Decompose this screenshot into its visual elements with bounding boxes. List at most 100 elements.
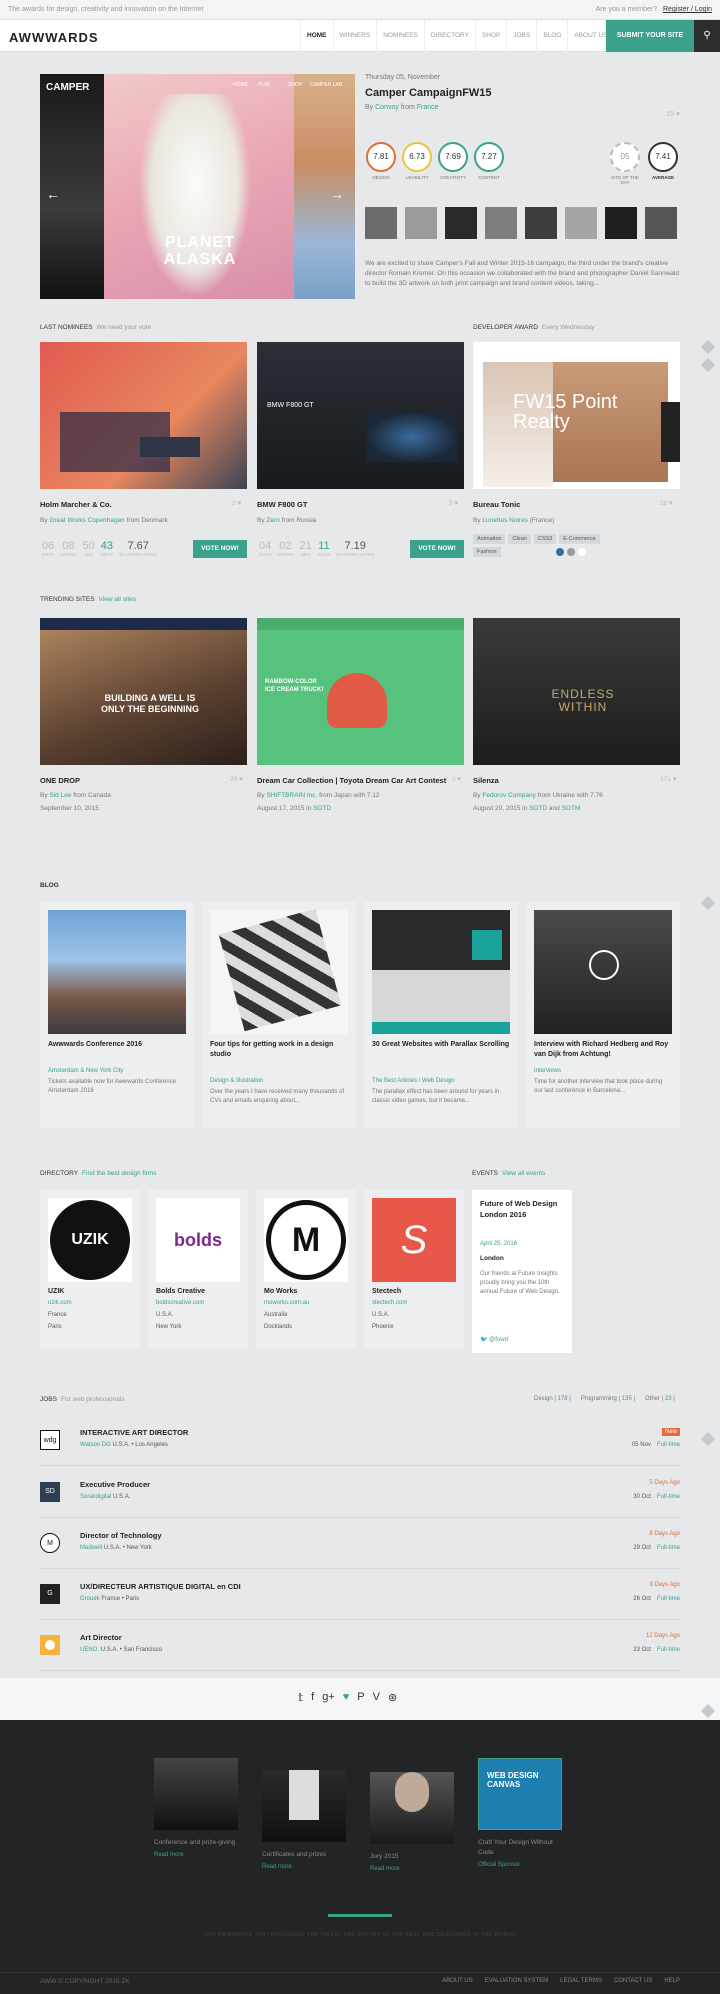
event-card[interactable]: Future of Web Design London 2016 April 2… [472,1190,572,1353]
blog-card[interactable]: Interview with Richard Hedberg and Roy v… [526,902,680,1128]
tag[interactable]: CSS3 [533,534,557,544]
rss-icon[interactable]: ⊛ [388,1691,397,1704]
googleplus-icon[interactable]: g+ [322,1691,335,1704]
blog-card[interactable]: 30 Great Websites with Parallax Scrollin… [364,902,518,1128]
developer-card-title[interactable]: Bureau Tonic [473,500,520,509]
trending-image-dreamcar[interactable]: RAMBOW-COLOR ICE CREAM TRUCK! [257,618,464,765]
countdown-timer: 04 DAYS 02 HOURS 21 MIN 11 SECS 7.19 48 USERS… [259,540,375,557]
hero-likes[interactable]: 19 ♥ [666,111,680,118]
developer-image[interactable]: FW15 Point Realty [473,342,680,489]
next-arrow-icon[interactable]: → [330,186,344,202]
nominee-title[interactable]: BMW F800 GT [257,500,307,509]
facebook-icon[interactable]: f [311,1691,314,1704]
logo[interactable]: AWWWARDS [9,30,99,45]
filter-programming[interactable]: Programming | 135 | [581,1396,635,1402]
tagline: The awards for design, creativity and in… [8,6,204,13]
vote-now-button[interactable]: VOTE NOW! [410,540,464,558]
developer-likes[interactable]: 28 ♥ [660,500,673,507]
play-icon [589,950,619,980]
avatar[interactable] [525,207,557,239]
footer-card[interactable]: Certificates and prizes Read more [256,1758,352,1870]
login-link[interactable]: Register / Login [663,6,712,13]
nav-winners[interactable]: WINNERS [332,20,377,52]
heart-icon[interactable]: ♥ [343,1691,350,1704]
blog-card[interactable]: Awwwards Conference 2016 Amsterdam & New… [40,902,194,1128]
avatar[interactable] [365,207,397,239]
prev-arrow-icon[interactable]: ← [46,186,60,202]
hero-image[interactable]: CAMPER HOME PLAY SHOP CAMPER LAB PLANET … [40,74,355,299]
avatar[interactable] [405,207,437,239]
hero-title[interactable]: Camper CampaignFW15 [365,87,680,99]
nominee-likes[interactable]: 3 ♥ [232,500,241,507]
footer-card[interactable]: Conference and prize-giving Read more [148,1758,244,1858]
nav-home[interactable]: HOME [300,20,333,52]
directory-title: DIRECTORY Find the best design firms [40,1170,157,1177]
nav-shop[interactable]: SHOP [474,20,506,52]
avatar[interactable] [445,207,477,239]
job-item[interactable]: Art Director UENO. U.S.A. • San Francisc… [40,1633,680,1671]
nav-jobs[interactable]: JOBS [506,20,536,52]
directory-card[interactable]: bolds Bolds Creative boldscreative.com U… [148,1190,248,1348]
hero-info: Thursday 05, November Camper CampaignFW1… [365,74,680,118]
tag[interactable]: Animation [473,534,506,544]
nominee-image-bmw[interactable]: BMW F800 GT [257,342,464,489]
footer-card[interactable]: WEB DESIGN CANVAS Craft Your Design With… [472,1758,568,1868]
vote-now-button[interactable]: VOTE NOW! [193,540,247,558]
tag[interactable]: Clean [508,534,531,544]
hero-country[interactable]: France [417,104,439,111]
twitter-handle[interactable]: 🐦 @fowd [480,1336,508,1343]
job-item[interactable]: M Director of Technology Madwell U.S.A. … [40,1531,680,1569]
trending-likes[interactable]: 171 ♥ [660,776,677,783]
footer-card[interactable]: Jury 2015 Read more [364,1758,460,1872]
directory-card[interactable]: S Stectech stectech.com U.S.A. Phoenix [364,1190,464,1348]
menu: HOME WINNERS NOMINEES DIRECTORY SHOP JOB… [300,20,614,52]
directory-card[interactable]: UZIK UZIK uzik.com France Paris [40,1190,140,1348]
avatar[interactable] [565,207,597,239]
trending-image-silenza[interactable]: ENDLESS WITHIN [473,618,680,765]
footer-link-about[interactable]: ABOUT US [442,1978,473,1984]
job-item[interactable]: G UX/DIRECTEUR ARTISTIQUE DIGITAL en CDI… [40,1582,680,1620]
trending-title-item[interactable]: Dream Car Collection | Toyota Dream Car … [257,776,452,785]
scroll-arrow-icon[interactable] [700,339,716,355]
filter-design[interactable]: Design | 178 | [534,1396,571,1402]
avatar[interactable] [485,207,517,239]
job-item[interactable]: SD Executive Producer Sorakdigital U.S.A… [40,1480,680,1518]
nav-blog[interactable]: BLOG [536,20,567,52]
avatar[interactable] [645,207,677,239]
scroll-arrow-icon[interactable] [700,357,716,373]
trending-title-item[interactable]: ONE DROP [40,776,80,785]
scroll-arrow-icon[interactable] [700,895,716,911]
search-icon[interactable]: ⚲ [694,20,720,52]
top-bar: The awards for design, creativity and in… [0,0,720,20]
footer-link-legal[interactable]: LEGAL TERMS [560,1978,602,1984]
footer-link-contact[interactable]: CONTACT US [614,1978,652,1984]
hero-author[interactable]: Convoy [375,104,399,111]
nav-directory[interactable]: DIRECTORY [423,20,475,52]
copyright: AWW © COPYRIGHT 2015 ZK [40,1978,130,1985]
twitter-icon[interactable]: 𝕥 [298,1691,303,1704]
directory-card[interactable]: M Mo Works moworks.com.au Australia Dock… [256,1190,356,1348]
job-item[interactable]: wdg INTERACTIVE ART DIRECTOR Watson DG U… [40,1428,680,1466]
trending-byline: By Sid Lee from Canada [40,792,111,799]
trending-image-onedrop[interactable]: BUILDING A WELL IS ONLY THE BEGINNING [40,618,247,765]
nominee-likes[interactable]: 5 ♥ [449,500,458,507]
vimeo-icon[interactable]: V [373,1691,380,1704]
nominee-title[interactable]: Holm Marcher & Co. [40,500,112,509]
filter-other[interactable]: Other | 23 | [645,1396,675,1402]
nav-nominees[interactable]: NOMINEES [376,20,424,52]
avatar[interactable] [605,207,637,239]
footer-link-evaluation[interactable]: EVALUATION SYSTEM [485,1978,548,1984]
nominee-image-holm[interactable] [40,342,247,489]
trending-title-item[interactable]: Silenza [473,776,499,785]
blog-card[interactable]: Four tips for getting work in a design s… [202,902,356,1128]
footer-link-help[interactable]: HELP [664,1978,680,1984]
nominee-byline: By Zero from Russia [257,517,317,524]
pinterest-icon[interactable]: P [357,1691,364,1704]
trending-likes[interactable]: 29 ♥ [230,776,243,783]
tag[interactable]: E-Commerce [559,534,600,544]
trending-likes[interactable]: 2 ♥ [452,776,461,783]
main-nav: AWWWARDS HOME WINNERS NOMINEES DIRECTORY… [0,20,720,52]
submit-site-button[interactable]: SUBMIT YOUR SITE [606,20,694,52]
scroll-arrow-icon[interactable] [700,1431,716,1447]
tag[interactable]: Fashion [473,547,501,557]
